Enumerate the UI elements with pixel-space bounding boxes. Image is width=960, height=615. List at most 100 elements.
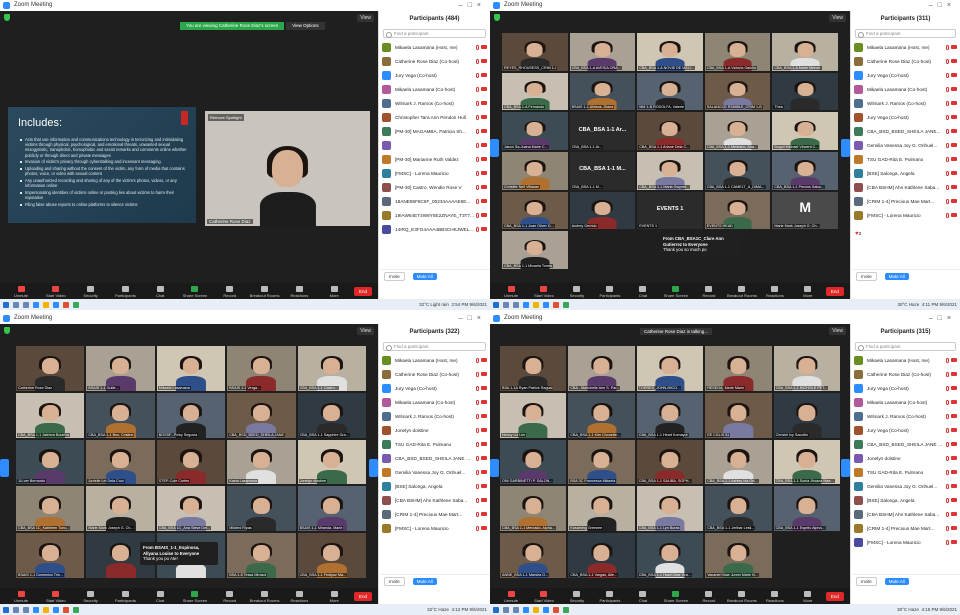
shield-icon[interactable] [4, 327, 10, 334]
zoom-taskbar-icon[interactable] [543, 301, 549, 308]
mute-all-button[interactable]: Mute All [412, 578, 437, 585]
video-tile[interactable]: Vacaneri Mae Junrei Marie N... [705, 533, 772, 578]
participant-row[interactable]: CBA_BSD_BSED_SHEILA JANE GO... [851, 437, 960, 451]
participant-row[interactable]: Jonelyn dolstine [851, 451, 960, 465]
mute-all-button[interactable]: Mute All [884, 578, 909, 585]
invite-button[interactable]: Invite [384, 272, 405, 281]
record-button[interactable]: Record [694, 591, 724, 603]
video-tile[interactable]: MM 1-B RODOLFA, Valerie [637, 72, 703, 111]
video-tile[interactable]: BSAIS 1-1 Alinsos, Diana [569, 72, 636, 111]
chat-button[interactable]: Chat [628, 591, 658, 603]
prev-page-arrow[interactable] [0, 459, 9, 477]
app-icon[interactable] [563, 301, 569, 308]
window-controls[interactable]: –□× [459, 0, 486, 11]
shield-icon[interactable] [494, 14, 500, 21]
breakout-rooms-button[interactable]: Breakout Rooms [727, 591, 757, 603]
participant-row[interactable]: Mikaela Lasamana (Host, me) [379, 353, 490, 367]
participants-button[interactable]: Participants [595, 286, 625, 298]
folder-icon[interactable] [43, 301, 49, 308]
view-button[interactable]: View [357, 327, 374, 335]
participant-row[interactable]: 18ANE85F8C6F_00234AAAAE6E... [379, 194, 490, 208]
participant-row[interactable]: Catherine Rose Diaz (Co-host) [379, 367, 490, 381]
window-controls[interactable]: –□× [929, 0, 956, 11]
search-icon[interactable] [13, 606, 19, 613]
invite-button[interactable]: Invite [384, 577, 405, 586]
participant-row[interactable]: Mikaela Lasamana (Co-host) [851, 395, 960, 409]
participant-row[interactable]: Mikaela Lasamana (Co-host) [379, 82, 490, 96]
video-tile[interactable]: CBA_BSA 1-1 Micaela Torres [502, 231, 568, 269]
video-tile[interactable]: CBA_BSD_BSED_SHEILA JANE [227, 392, 296, 438]
participant-row[interactable]: CBA_BSD_BSED_SHEILA JANE... [851, 124, 960, 138]
video-tile[interactable]: BSA 1-1A Ryan Patrick Ragual [500, 346, 567, 391]
view-options-button[interactable]: View Options [286, 22, 325, 30]
participant-row[interactable]: Catherine Rose Diaz (Co-host) [851, 367, 960, 381]
participant-row[interactable]: CBA_BSD_BSED_SHEILA JANE GO... [379, 451, 490, 465]
video-tile[interactable]: CBA_BSA 1-1 Medrano, Ana... [704, 112, 771, 150]
video-tile[interactable]: CBA_BSA 1-1 Ariane Dela C... [637, 112, 703, 150]
remove-spotlight-button[interactable]: Remove Spotlight [208, 114, 244, 121]
video-tile[interactable]: ONI GARBINETTI P. SALON... [500, 439, 567, 485]
chrome-icon[interactable] [63, 606, 69, 613]
windows-start-icon[interactable] [3, 301, 9, 308]
video-tile[interactable]: CBA_BSA 1-1 Jaleriza Bolaños [16, 392, 85, 438]
breakout-rooms-button[interactable]: Breakout Rooms [250, 591, 280, 603]
reactions-button[interactable]: Reactions [760, 286, 790, 298]
participant-row[interactable]: Wilmark J. Ramos (Co-host) [851, 409, 960, 423]
unmute-button[interactable]: Unmute [6, 591, 36, 603]
breakout-rooms-button[interactable]: Breakout Rooms [727, 286, 757, 298]
reactions-button[interactable]: Reactions [284, 286, 314, 298]
participant-row[interactable]: Wilmark J. Ramos (Co-host) [851, 96, 960, 110]
end-button[interactable]: End [825, 287, 844, 296]
zoom-taskbar-icon[interactable] [53, 301, 59, 308]
edge-icon[interactable] [523, 301, 529, 308]
video-tile[interactable]: CBA_BSA 1-1 Castro... [297, 346, 366, 391]
video-tile[interactable]: Mildred Ripas [227, 486, 296, 532]
security-button[interactable]: Security [562, 286, 592, 298]
participant-row[interactable]: Jury Vega (Co-host) [379, 381, 490, 395]
video-tile[interactable]: CBA_BSA 1-1 Hazel Mae Gra... [636, 533, 704, 578]
view-button[interactable]: View [829, 327, 846, 335]
participant-row[interactable]: Mikaela Lasamana (Co-host) [851, 82, 960, 96]
video-tile[interactable]: CBA_BSA 1-1 Joan Oliver D... [502, 191, 568, 230]
video-tile[interactable]: Thea [772, 72, 838, 111]
video-tile[interactable]: STEP-Cole Cortes [156, 439, 226, 485]
chat-notification[interactable]: From CBA_BSA1C_Clare Ann Gutierrez to Ev… [660, 233, 740, 256]
window-controls[interactable]: –□× [929, 313, 956, 324]
participant-row[interactable]: [FMSC] - Lorena Mauricio [851, 535, 960, 549]
video-tile[interactable]: CBA_BSA 1-1 SALIBA, SOPH... [636, 439, 704, 485]
video-tile[interactable]: Nancy Liz Lim [500, 392, 567, 438]
participant-row[interactable]: Mikaela Lasamana (Co-host) [379, 395, 490, 409]
start-video-button[interactable]: Start Video [529, 286, 559, 298]
participant-search-input[interactable]: Find a participant [855, 342, 956, 351]
video-tile[interactable]: BSA 3C Francesca Mikaela [568, 439, 635, 485]
participant-row[interactable]: 19IAW64ET4W8Y6E2ZNAYE_T3T7... [379, 208, 490, 222]
participant-row[interactable]: Gemilia Vanessa Joy G. Orihuel... [851, 479, 960, 493]
windows-start-icon[interactable] [3, 606, 9, 613]
share-screen-button[interactable]: Share Screen [180, 286, 210, 298]
participant-row[interactable]: 14IRQ_E3FG4AAA4BB3CHKJWEL... [379, 222, 490, 236]
video-tile[interactable]: Azrielle Lei Dela Cruz [86, 439, 155, 485]
window-controls[interactable]: –□× [459, 313, 486, 324]
unmute-button[interactable]: Unmute [6, 286, 36, 298]
participant-row[interactable]: [BSE] Salonga, Angela [851, 166, 960, 180]
search-icon[interactable] [13, 301, 19, 308]
participant-row[interactable]: Mikaela Lasamana (Host, me) [379, 40, 490, 54]
participant-row[interactable]: Wilmark J. Ramos (Co-host) [379, 96, 490, 110]
video-tile[interactable]: ANNE_BSA 1-1 Marsha O... [500, 533, 567, 578]
video-tile[interactable]: CBA_BSA 1-1 Sapphire Gra... [297, 392, 366, 438]
more-button[interactable]: More [319, 591, 349, 603]
video-tile[interactable]: Christler Neil Villasan [502, 152, 568, 190]
participant-row[interactable]: [CRIM 1-4] Precious Mae Mart... [379, 507, 490, 521]
end-button[interactable]: End [353, 287, 372, 296]
participant-row[interactable]: Mikaela Lasamana (Host, me) [851, 353, 960, 367]
security-button[interactable]: Security [562, 591, 592, 603]
next-page-arrow[interactable] [841, 139, 850, 157]
participant-row[interactable]: Jury Vega (Co-host) [851, 381, 960, 395]
video-tile[interactable]: CBA_BSA 1-1 NICHOLE PET... [773, 346, 840, 391]
video-tile[interactable]: TORRES_JOHN-MICO... [636, 346, 704, 391]
participant-row[interactable]: [CBA BSHM] Ahn Kathlene Saba... [851, 507, 960, 521]
task-view-icon[interactable] [513, 301, 519, 308]
breakout-rooms-button[interactable]: Breakout Rooms [250, 286, 280, 298]
video-tile[interactable]: CBA_BSA 1-1 Ar... CBA_BSA 1-1 Ar... [569, 112, 636, 150]
participant-row[interactable]: Gemilia Vanessa Joy G. Orihuel... [851, 138, 960, 152]
